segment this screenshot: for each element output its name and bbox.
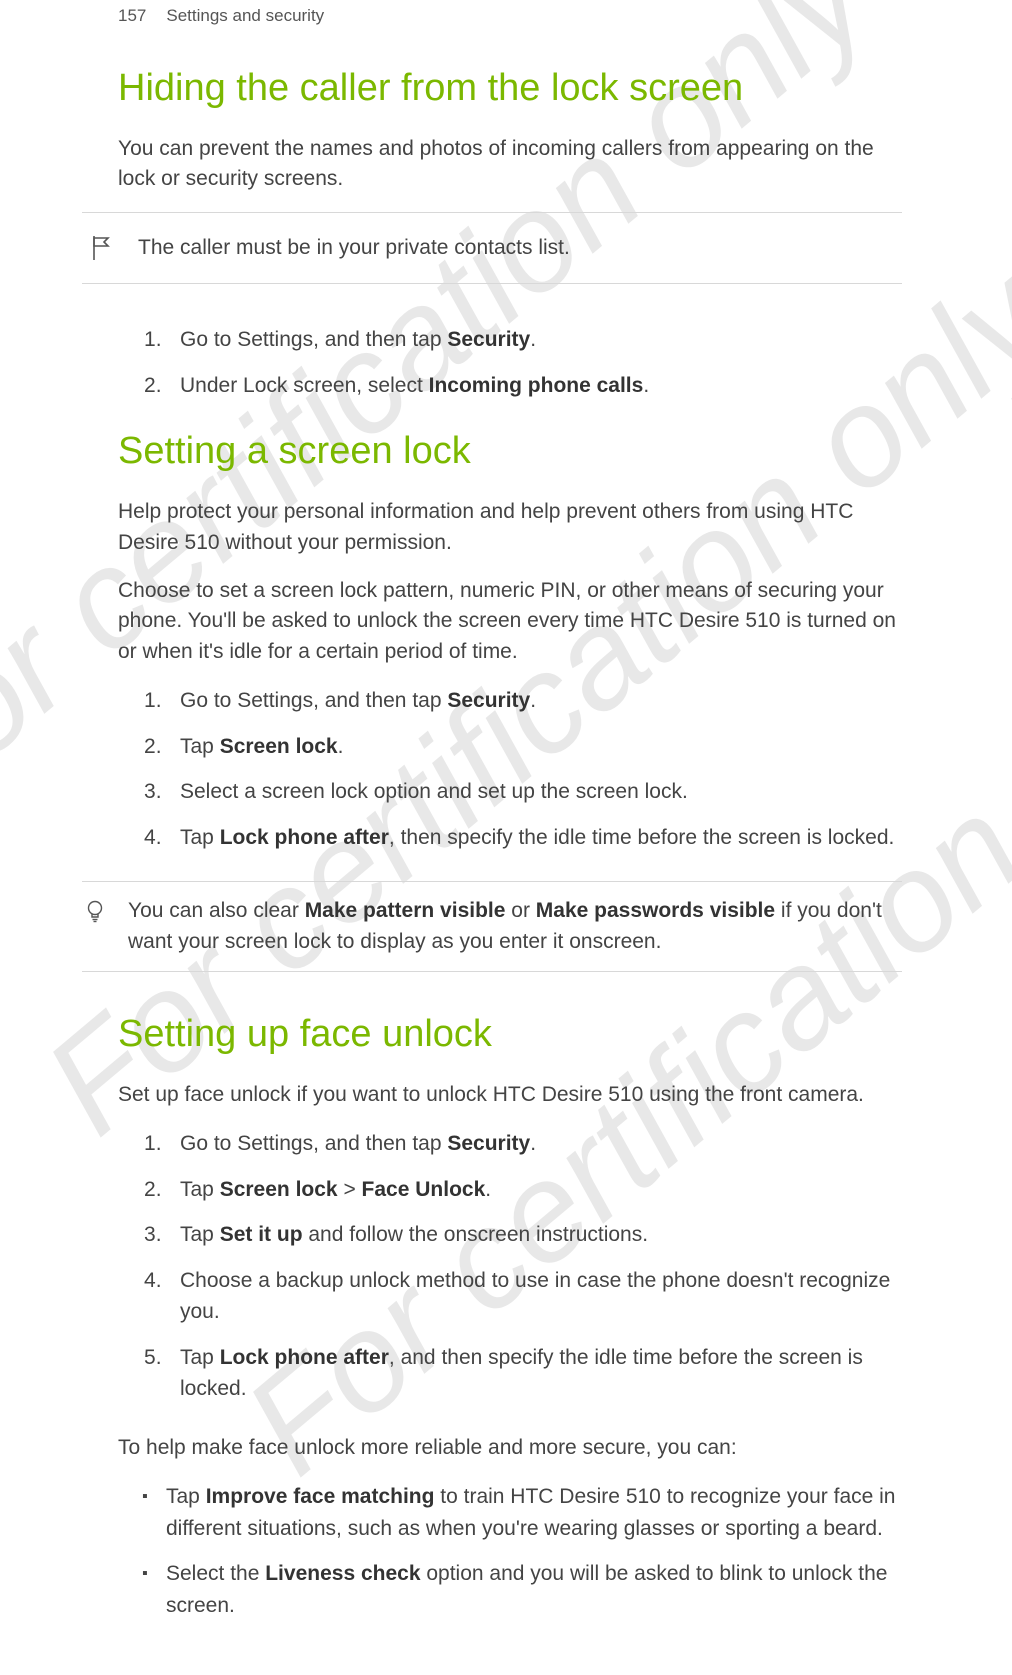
section-paragraph: Choose to set a screen lock pattern, num… [118, 576, 902, 667]
lightbulb-icon [82, 896, 108, 923]
steps-list: Go to Settings, and then tap Security. T… [118, 685, 902, 853]
step-item: Choose a backup unlock method to use in … [130, 1265, 902, 1328]
section-intro: Set up face unlock if you want to unlock… [118, 1080, 902, 1110]
page-header: 157 Settings and security [118, 0, 902, 26]
step-item: Tap Screen lock > Face Unlock. [130, 1174, 902, 1206]
section-outro: To help make face unlock more reliable a… [118, 1433, 902, 1463]
step-item: Tap Lock phone after, then specify the i… [130, 822, 902, 854]
section-heading-hiding-caller: Hiding the caller from the lock screen [118, 66, 902, 112]
step-item: Tap Lock phone after, and then specify t… [130, 1342, 902, 1405]
section-paragraph: Help protect your personal information a… [118, 497, 902, 558]
step-item: Go to Settings, and then tap Security. [130, 324, 902, 356]
bullet-list: Tap Improve face matching to train HTC D… [118, 1481, 902, 1621]
steps-list: Go to Settings, and then tap Security. T… [118, 1128, 902, 1405]
step-item: Under Lock screen, select Incoming phone… [130, 370, 902, 402]
step-item: Go to Settings, and then tap Security. [130, 1128, 902, 1160]
bullet-item: Tap Improve face matching to train HTC D… [128, 1481, 902, 1544]
step-item: Tap Screen lock. [130, 731, 902, 763]
callout-text: The caller must be in your private conta… [138, 236, 570, 260]
prerequisite-callout: The caller must be in your private conta… [82, 212, 902, 284]
flag-icon [88, 235, 114, 261]
steps-list: Go to Settings, and then tap Security. U… [118, 324, 902, 401]
step-item: Select a screen lock option and set up t… [130, 776, 902, 808]
section-heading-screen-lock: Setting a screen lock [118, 429, 902, 475]
tip-text: You can also clear Make pattern visible … [128, 896, 896, 957]
page-title: Settings and security [166, 6, 324, 26]
bullet-item: Select the Liveness check option and you… [128, 1558, 902, 1621]
page-number: 157 [118, 6, 146, 26]
section-heading-face-unlock: Setting up face unlock [118, 1012, 902, 1058]
tip-callout: You can also clear Make pattern visible … [82, 881, 902, 972]
step-item: Tap Set it up and follow the onscreen in… [130, 1219, 902, 1251]
step-item: Go to Settings, and then tap Security. [130, 685, 902, 717]
section-intro: You can prevent the names and photos of … [118, 134, 902, 195]
